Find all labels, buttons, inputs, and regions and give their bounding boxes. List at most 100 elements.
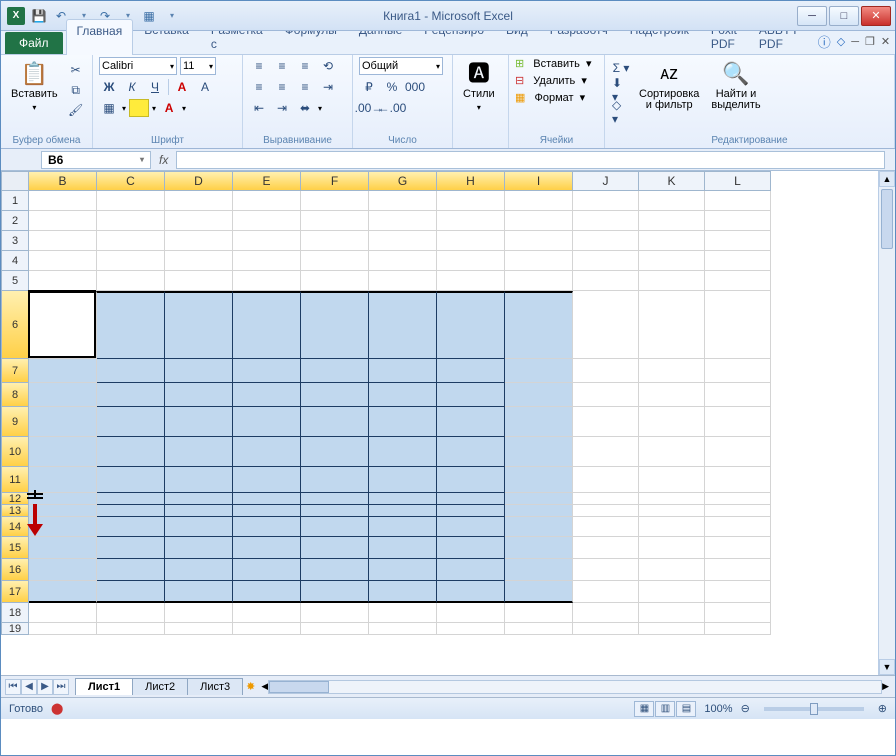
row-header-12[interactable]: 12 [1, 493, 29, 505]
cell[interactable] [233, 383, 301, 407]
cell[interactable] [573, 291, 639, 359]
cell[interactable] [233, 517, 301, 537]
cell[interactable] [639, 493, 705, 505]
cell[interactable] [97, 407, 165, 437]
number-format-combo[interactable]: Общий▾ [359, 57, 443, 75]
sort-filter-button[interactable]: ᴀᴢ Сортировка и фильтр [635, 57, 703, 113]
cell[interactable] [301, 407, 369, 437]
cell[interactable] [29, 407, 97, 437]
align-left-icon[interactable]: ≡ [249, 78, 269, 96]
cell[interactable] [301, 271, 369, 291]
cell[interactable] [437, 359, 505, 383]
cell[interactable] [573, 191, 639, 211]
row-header-8[interactable]: 8 [1, 383, 29, 407]
cell[interactable] [505, 251, 573, 271]
sheet-tab-Лист3[interactable]: Лист3 [187, 678, 243, 695]
cell[interactable] [233, 211, 301, 231]
cell[interactable] [369, 505, 437, 517]
cell[interactable] [369, 271, 437, 291]
copy-icon[interactable]: ⧉ [66, 81, 86, 99]
cell[interactable] [369, 231, 437, 251]
fill-icon[interactable]: ⬇ ▾ [611, 81, 631, 99]
cell[interactable] [29, 437, 97, 467]
cell[interactable] [165, 623, 233, 635]
cell[interactable] [639, 559, 705, 581]
cell[interactable] [233, 231, 301, 251]
cell[interactable] [705, 505, 771, 517]
cell[interactable] [29, 231, 97, 251]
cell[interactable] [573, 231, 639, 251]
zoom-value[interactable]: 100% [704, 703, 732, 715]
cell[interactable] [573, 493, 639, 505]
cell[interactable] [573, 211, 639, 231]
cell[interactable] [29, 467, 97, 493]
view-normal-icon[interactable]: ▦ [634, 701, 654, 717]
cell[interactable] [573, 537, 639, 559]
cell[interactable] [705, 359, 771, 383]
styles-button[interactable]: 🅰 Стили ▾ [459, 57, 499, 115]
cell[interactable] [505, 271, 573, 291]
cell[interactable] [97, 191, 165, 211]
cell[interactable] [301, 623, 369, 635]
cell[interactable] [437, 271, 505, 291]
maximize-button[interactable]: □ [829, 6, 859, 26]
wrap-text-icon[interactable]: ⇥ [318, 78, 338, 96]
find-select-button[interactable]: 🔍 Найти и выделить [707, 57, 764, 113]
fx-label[interactable]: fx [159, 153, 168, 167]
cell[interactable] [369, 603, 437, 623]
view-layout-icon[interactable]: ▥ [655, 701, 675, 717]
cell[interactable] [369, 623, 437, 635]
cell[interactable] [639, 517, 705, 537]
cell[interactable] [165, 581, 233, 603]
cell[interactable] [97, 231, 165, 251]
row-header-5[interactable]: 5 [1, 271, 29, 291]
cell[interactable] [97, 517, 165, 537]
cell[interactable] [97, 251, 165, 271]
cell[interactable] [369, 211, 437, 231]
cell[interactable] [437, 231, 505, 251]
col-header-I[interactable]: I [505, 171, 573, 191]
cell[interactable] [573, 505, 639, 517]
cell[interactable] [369, 251, 437, 271]
cell[interactable] [97, 211, 165, 231]
row-header-16[interactable]: 16 [1, 559, 29, 581]
name-box[interactable]: B6▾ [41, 151, 151, 169]
cell[interactable] [639, 271, 705, 291]
cell[interactable] [233, 537, 301, 559]
zoom-thumb[interactable] [810, 703, 818, 715]
row-header-10[interactable]: 10 [1, 437, 29, 467]
col-header-F[interactable]: F [301, 171, 369, 191]
cell[interactable] [233, 623, 301, 635]
cell[interactable] [97, 603, 165, 623]
cell[interactable] [705, 291, 771, 359]
cell[interactable] [505, 603, 573, 623]
cell[interactable] [369, 407, 437, 437]
cell[interactable] [165, 407, 233, 437]
cell[interactable] [639, 467, 705, 493]
cell[interactable] [165, 211, 233, 231]
cell[interactable] [97, 623, 165, 635]
row-header-4[interactable]: 4 [1, 251, 29, 271]
cell[interactable] [705, 191, 771, 211]
cell[interactable] [437, 603, 505, 623]
cell[interactable] [29, 537, 97, 559]
cell[interactable] [165, 537, 233, 559]
macro-record-icon[interactable]: ⬤ [51, 702, 63, 715]
font-grow-icon[interactable]: A [195, 78, 215, 96]
cell[interactable] [705, 407, 771, 437]
cell[interactable] [705, 231, 771, 251]
minimize-button[interactable]: ─ [797, 6, 827, 26]
ribbon-tab-главная[interactable]: Главная [66, 19, 134, 55]
cell[interactable] [639, 231, 705, 251]
row-header-19[interactable]: 19 [1, 623, 29, 635]
cell[interactable] [505, 191, 573, 211]
cell[interactable] [29, 251, 97, 271]
fill-color-button[interactable] [129, 99, 149, 117]
cell[interactable] [165, 191, 233, 211]
cell[interactable] [165, 291, 233, 359]
cell[interactable] [505, 407, 573, 437]
cell[interactable] [233, 581, 301, 603]
row-header-11[interactable]: 11 [1, 467, 29, 493]
cell[interactable] [573, 467, 639, 493]
cell[interactable] [97, 467, 165, 493]
